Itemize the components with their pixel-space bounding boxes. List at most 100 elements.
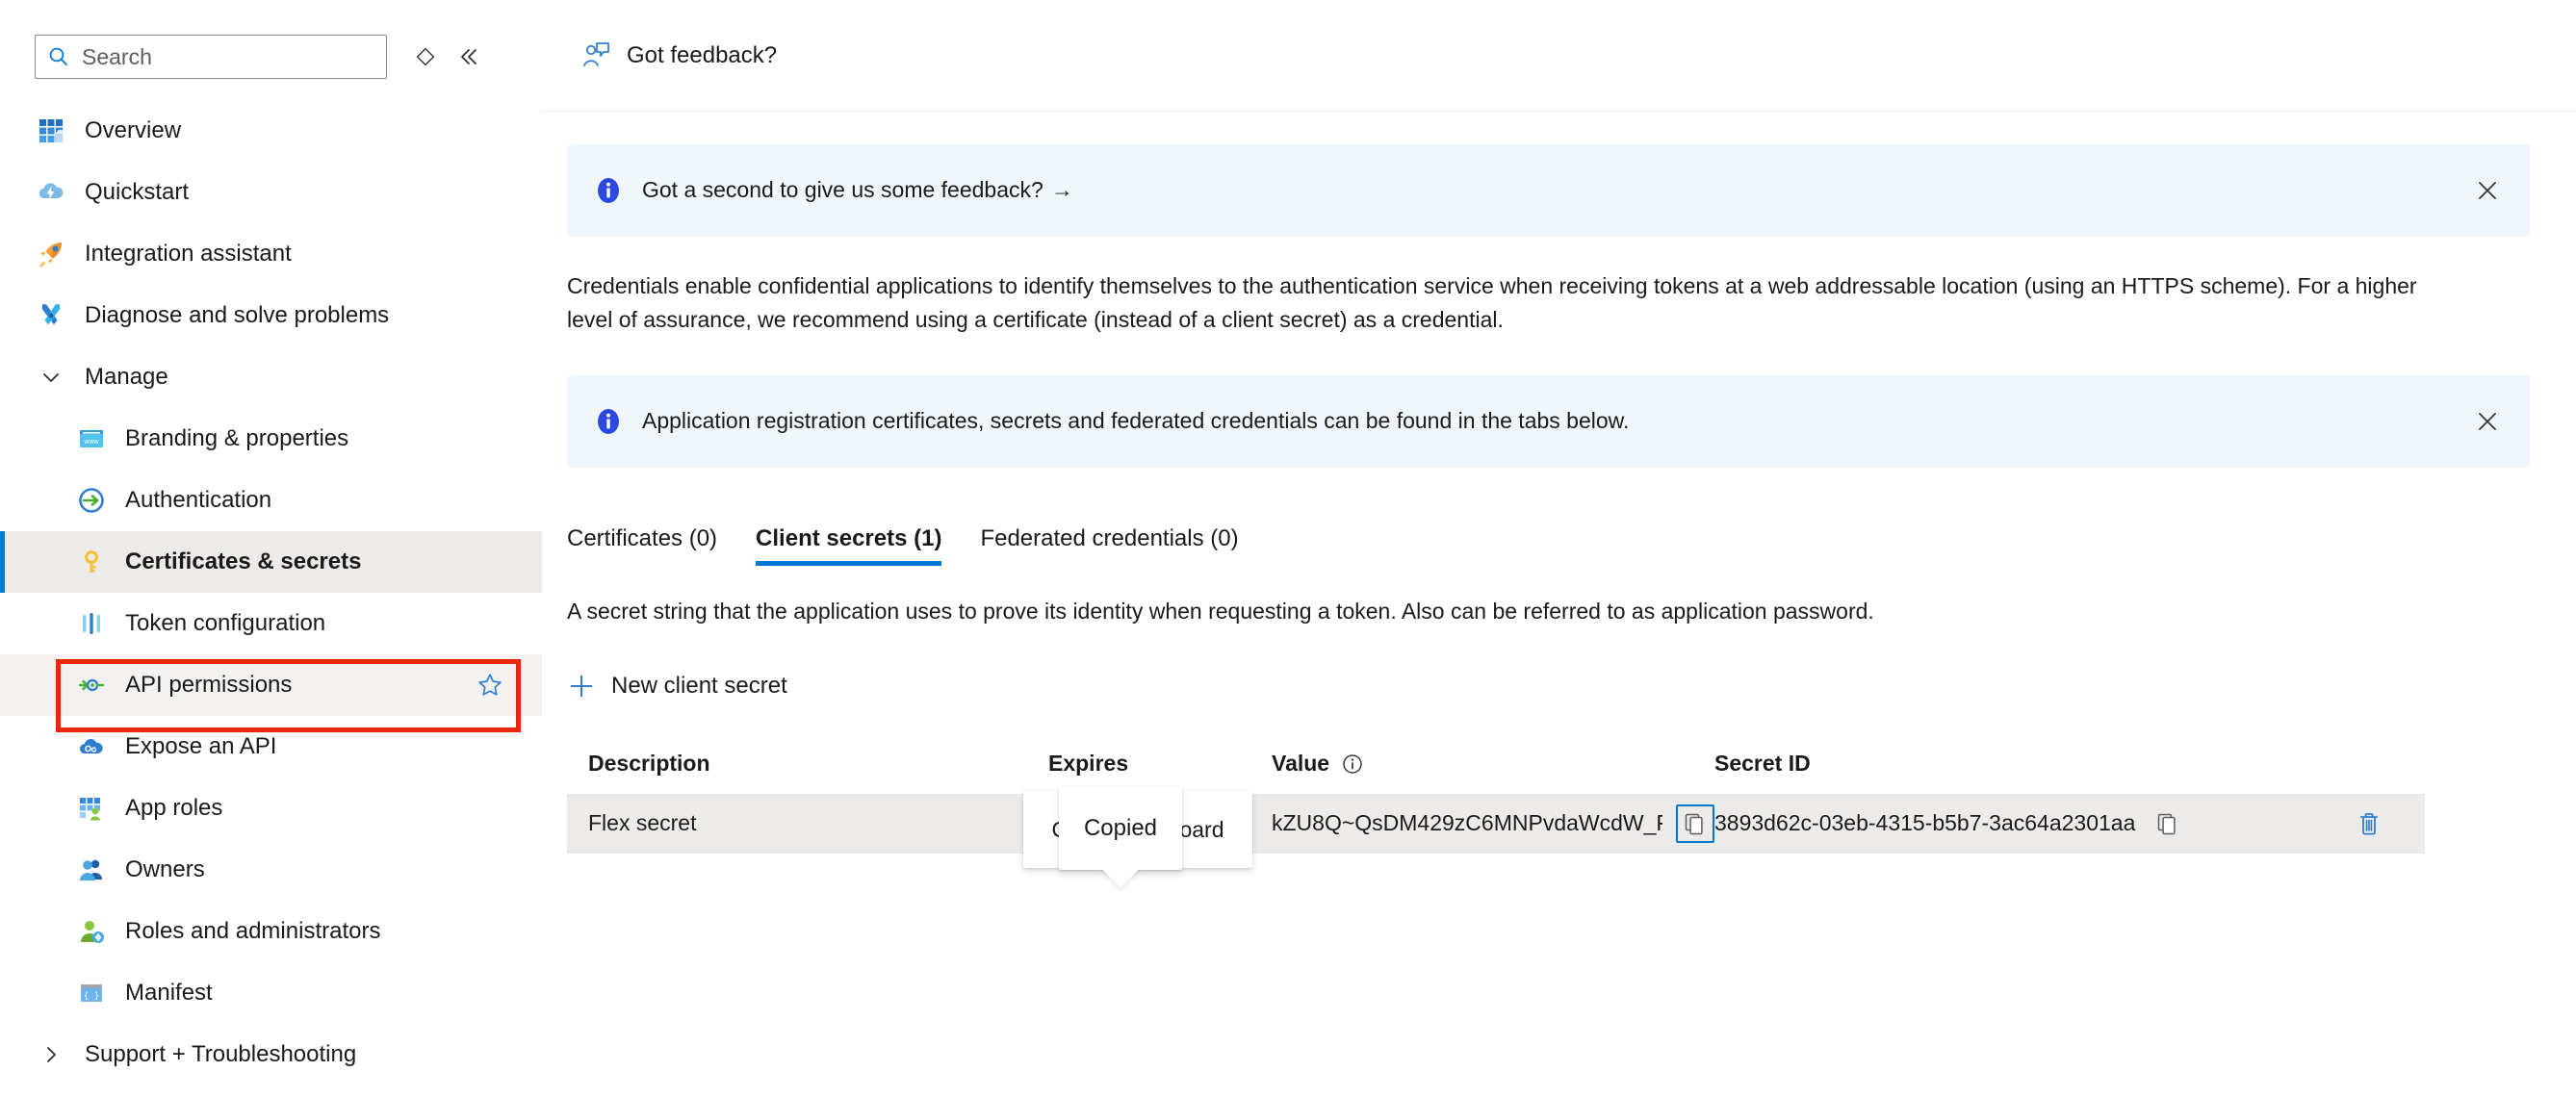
sidebar-item-label: Authentication — [125, 487, 271, 514]
sidebar-group-manage[interactable]: Manage — [0, 346, 542, 408]
got-feedback-button[interactable]: Got feedback? — [567, 29, 790, 83]
sidebar-item-label: Token configuration — [125, 610, 325, 637]
copy-secret-value-icon[interactable] — [1676, 804, 1714, 843]
tab-label: Federated credentials (0) — [980, 525, 1238, 551]
sidebar-item-branding-properties[interactable]: www Branding & properties — [0, 408, 542, 470]
sidebar-group-support-troubleshooting[interactable]: Support + Troubleshooting — [0, 1024, 542, 1085]
sidebar-action-group — [404, 36, 489, 78]
main-content: Got feedback? Got a second to give us so… — [542, 0, 2576, 1097]
plus-icon — [567, 672, 596, 701]
copied-tooltip-text: Copied — [1084, 815, 1157, 842]
sidebar-item-integration-assistant[interactable]: Integration assistant — [0, 223, 542, 285]
intro-paragraph: Credentials enable confidential applicat… — [567, 269, 2425, 337]
sidebar-nav: Overview Quickstart — [0, 100, 542, 1085]
table-row[interactable]: Flex secret 22/02/2025 kZU8Q~QsDM429zC6M… — [567, 794, 2425, 854]
client-secrets-table: Description Expires Value Secret ID Flex… — [567, 734, 2425, 854]
sidebar-group-label: Manage — [85, 364, 168, 391]
info-circle-icon[interactable] — [1341, 753, 1364, 776]
owners-icon — [75, 854, 108, 886]
delete-secret-icon[interactable] — [2348, 803, 2390, 845]
branding-icon: www — [75, 422, 108, 455]
sidebar-item-label: Certificates & secrets — [125, 548, 361, 575]
sidebar-item-label: Overview — [85, 117, 181, 144]
sidebar-item-diagnose[interactable]: Diagnose and solve problems — [0, 285, 542, 346]
command-bar: Got feedback? — [542, 0, 2576, 112]
sidebar-item-label: Manifest — [125, 980, 213, 1007]
copy-secret-id-icon[interactable] — [2149, 804, 2187, 843]
column-header-secret-id: Secret ID — [1714, 751, 2348, 777]
copied-tooltip: Copied — [1059, 787, 1182, 870]
diamond-icon[interactable] — [404, 36, 447, 78]
search-box[interactable] — [35, 35, 387, 79]
arrow-right-icon[interactable]: → — [1051, 175, 1073, 205]
sidebar-item-label: Roles and administrators — [125, 918, 380, 945]
azure-portal-app: Overview Quickstart — [0, 0, 2576, 1097]
table-header-row: Description Expires Value Secret ID — [567, 734, 2425, 794]
favorite-star-icon[interactable] — [477, 672, 503, 699]
search-input[interactable] — [80, 43, 374, 71]
cell-description: Flex secret — [567, 810, 1048, 836]
column-header-expires: Expires — [1048, 751, 1272, 777]
client-secrets-description: A secret string that the application use… — [567, 599, 2530, 625]
svg-text:www: www — [83, 439, 99, 446]
sidebar-group-label: Support + Troubleshooting — [85, 1041, 356, 1068]
sidebar-item-label: Owners — [125, 856, 205, 883]
sidebar-item-label: API permissions — [125, 672, 292, 699]
roles-admin-icon — [75, 915, 108, 948]
sidebar-item-quickstart[interactable]: Quickstart — [0, 162, 542, 223]
sidebar-item-owners[interactable]: Owners — [0, 839, 542, 901]
chevron-right-icon — [35, 1043, 67, 1066]
sidebar-item-api-permissions[interactable]: API permissions — [0, 654, 542, 716]
chevron-down-icon — [35, 366, 67, 389]
tooltip-beak — [1103, 853, 1139, 888]
feedback-banner-text[interactable]: Got a second to give us some feedback? — [642, 175, 1043, 205]
sidebar: Overview Quickstart — [0, 0, 542, 1097]
quickstart-icon — [35, 176, 67, 209]
sidebar-item-label: Expose an API — [125, 733, 276, 760]
sidebar-item-label: Integration assistant — [85, 241, 292, 268]
secret-value-text: kZU8Q~QsDM429zC6MNPvdaWcdW_P2... — [1272, 810, 1662, 836]
manifest-icon: { } — [75, 977, 108, 1009]
column-header-value: Value — [1272, 751, 1714, 777]
sidebar-item-token-configuration[interactable]: Token configuration — [0, 593, 542, 654]
close-icon[interactable] — [2470, 173, 2505, 208]
sidebar-item-roles-and-administrators[interactable]: Roles and administrators — [0, 901, 542, 962]
new-client-secret-label: New client secret — [611, 673, 787, 700]
search-icon — [47, 45, 70, 68]
secret-id-text: 3893d62c-03eb-4315-b5b7-3ac64a2301aa — [1714, 810, 2135, 836]
sidebar-item-label: App roles — [125, 795, 222, 822]
tab-certificates[interactable]: Certificates (0) — [567, 525, 736, 566]
authentication-icon — [75, 484, 108, 517]
content-area: Got a second to give us some feedback? →… — [542, 144, 2576, 854]
tabs-info-banner: Application registration certificates, s… — [567, 375, 2530, 468]
new-client-secret-button[interactable]: New client secret — [567, 663, 787, 709]
cell-actions — [2348, 803, 2425, 845]
app-roles-icon — [75, 792, 108, 825]
sidebar-item-certificates-secrets[interactable]: Certificates & secrets — [0, 531, 542, 593]
feedback-icon — [580, 40, 611, 71]
sidebar-item-manifest[interactable]: { } Manifest — [0, 962, 542, 1024]
sidebar-item-expose-an-api[interactable]: Expose an API — [0, 716, 542, 778]
key-icon — [75, 546, 108, 578]
column-header-description: Description — [567, 751, 1048, 777]
sidebar-item-authentication[interactable]: Authentication — [0, 470, 542, 531]
feedback-banner: Got a second to give us some feedback? → — [567, 144, 2530, 237]
token-icon — [75, 607, 108, 640]
rocket-icon — [35, 238, 67, 270]
sidebar-search-row — [0, 35, 542, 79]
collapse-icon[interactable] — [447, 36, 489, 78]
sidebar-item-label: Diagnose and solve problems — [85, 302, 389, 329]
tab-label: Client secrets (1) — [756, 525, 941, 551]
tab-federated-credentials[interactable]: Federated credentials (0) — [961, 525, 1257, 566]
sidebar-item-label: Quickstart — [85, 179, 189, 206]
tab-label: Certificates (0) — [567, 525, 717, 551]
cell-value: kZU8Q~QsDM429zC6MNPvdaWcdW_P2... — [1272, 804, 1714, 843]
svg-text:{ }: { } — [84, 991, 99, 1001]
sidebar-item-overview[interactable]: Overview — [0, 100, 542, 162]
overview-icon — [35, 115, 67, 147]
credential-tabs: Certificates (0) Client secrets (1) Fede… — [567, 510, 2530, 566]
sidebar-item-app-roles[interactable]: App roles — [0, 778, 542, 839]
cell-secret-id: 3893d62c-03eb-4315-b5b7-3ac64a2301aa — [1714, 804, 2348, 843]
tab-client-secrets[interactable]: Client secrets (1) — [736, 525, 961, 566]
close-icon[interactable] — [2470, 404, 2505, 439]
